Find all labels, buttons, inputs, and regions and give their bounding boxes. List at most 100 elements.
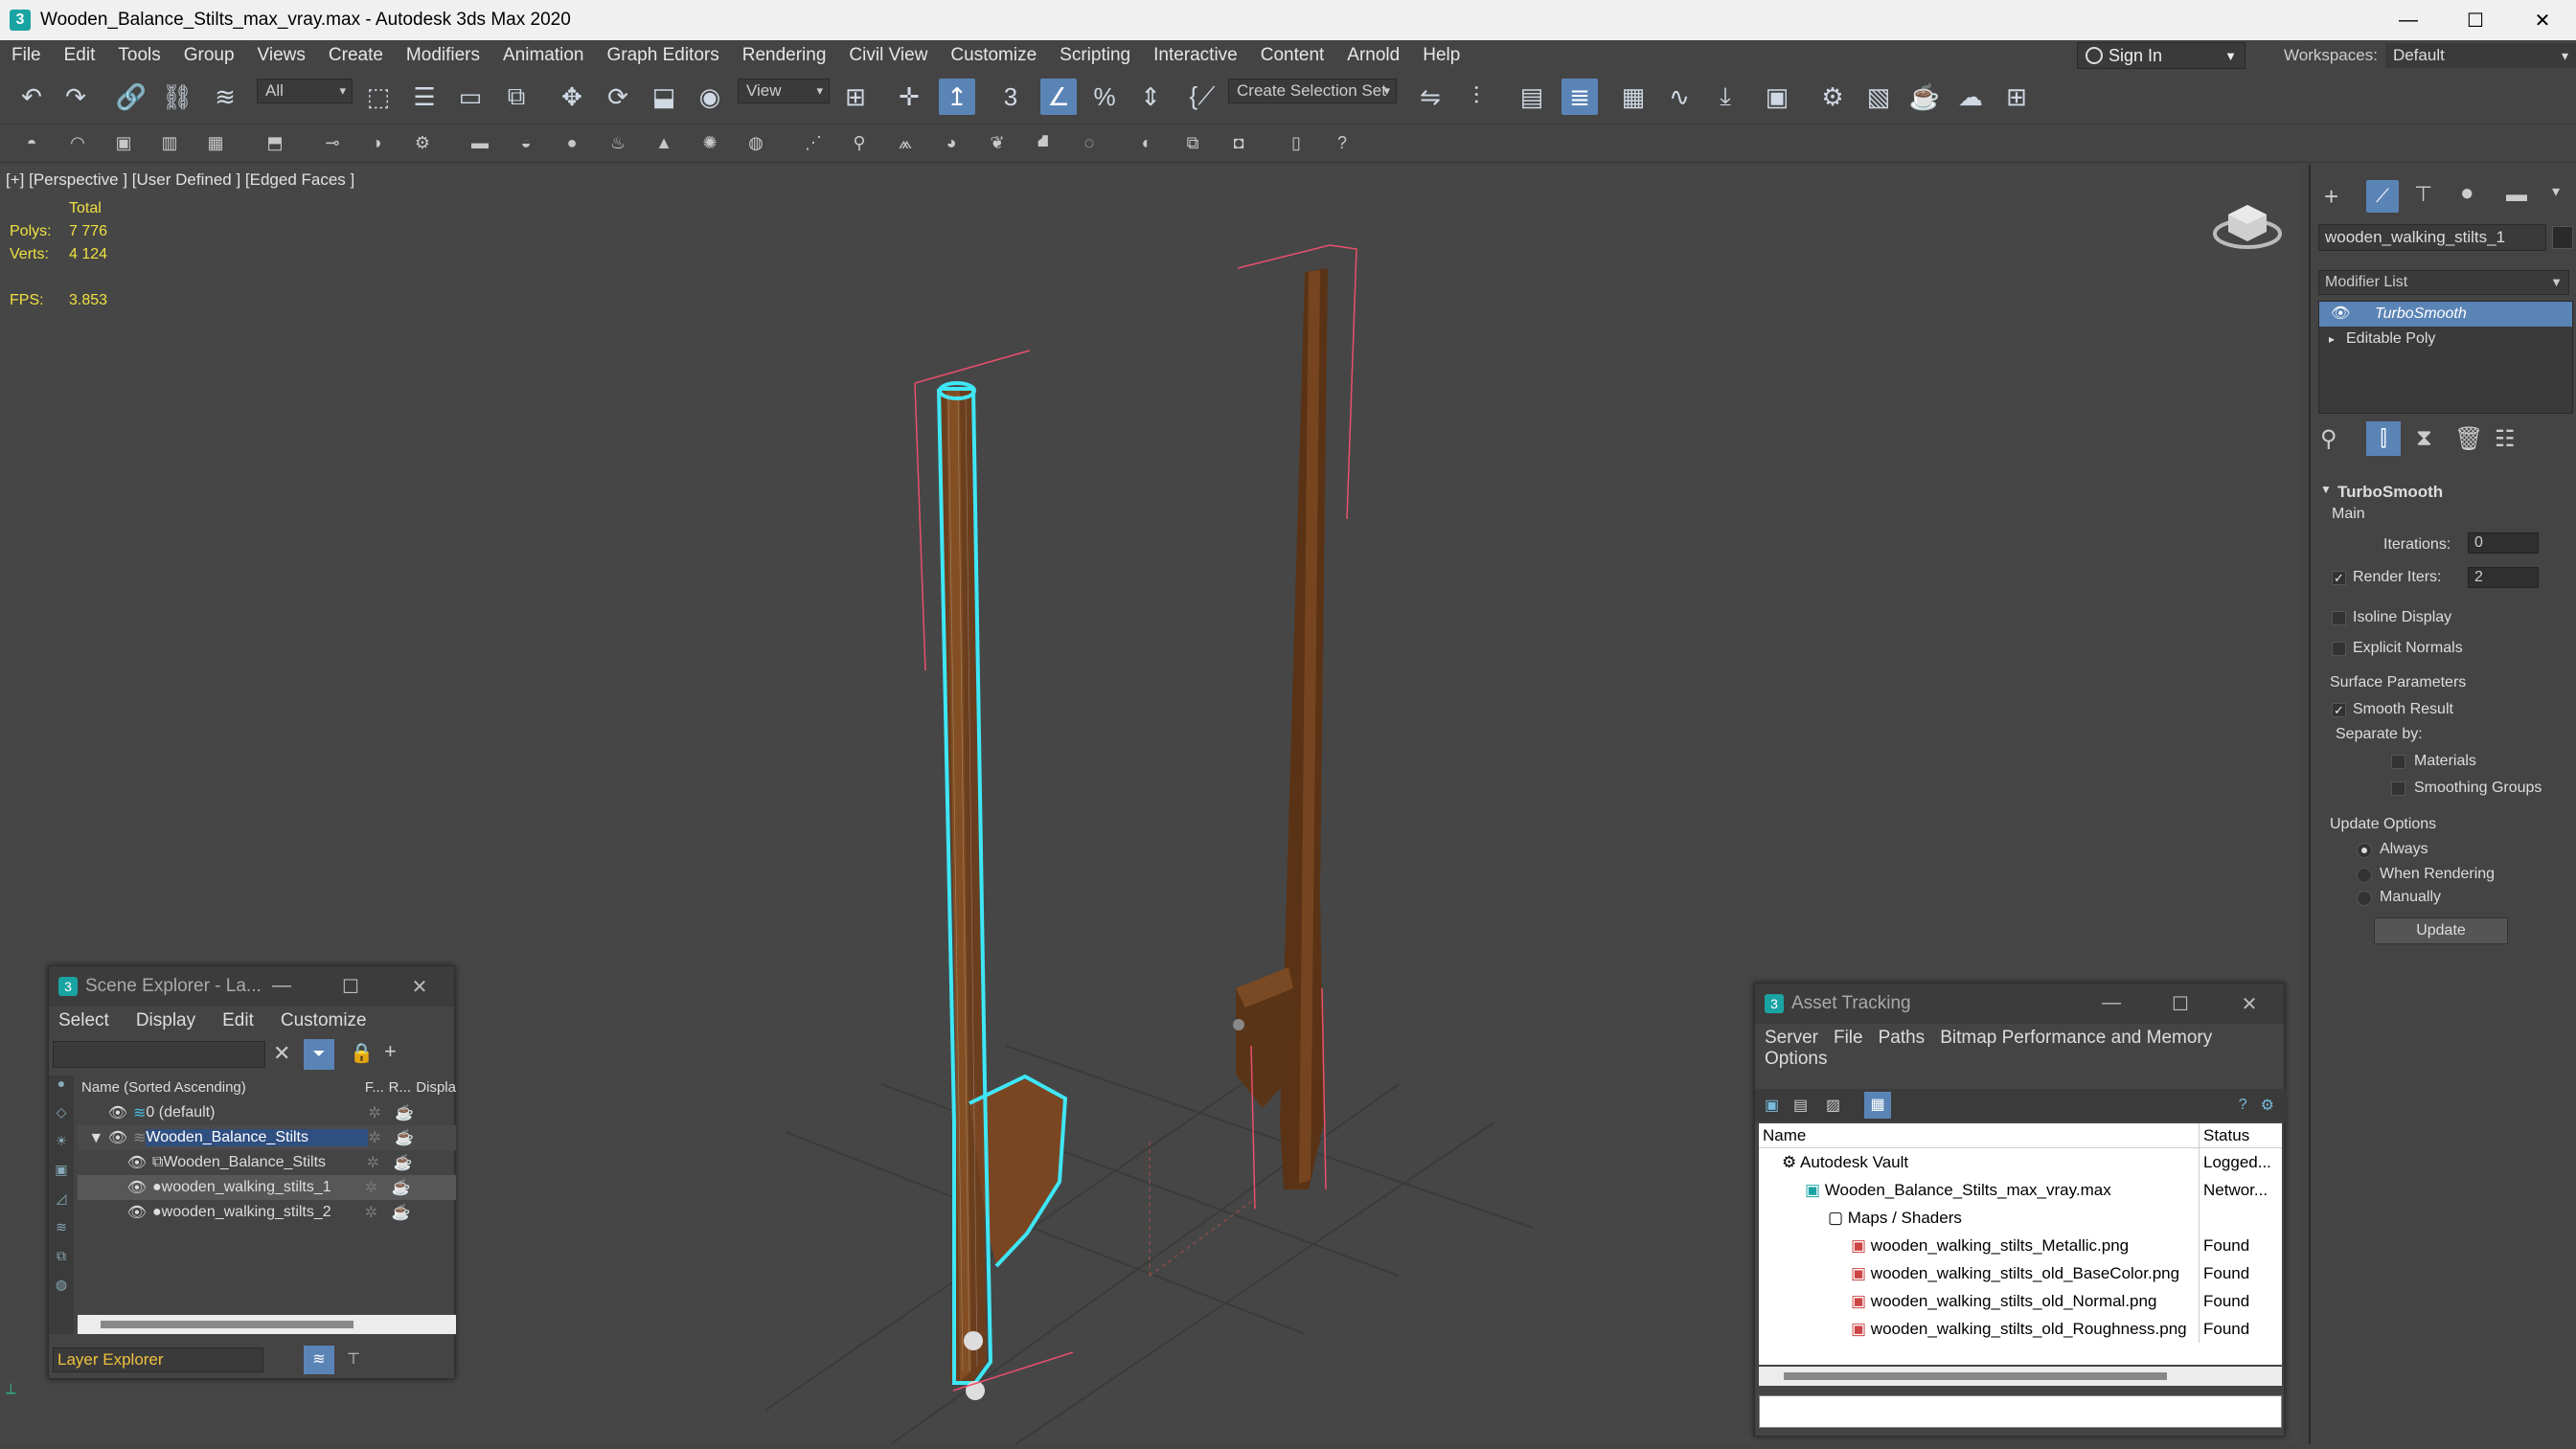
hierarchy-tab-icon[interactable]: ⊤ bbox=[2414, 182, 2432, 207]
freeze-icon[interactable]: ✲ bbox=[368, 1103, 395, 1122]
viewcube-icon[interactable] bbox=[2213, 193, 2282, 251]
window-crossing-icon[interactable]: ⧉ bbox=[498, 79, 535, 115]
select-by-name-icon[interactable]: ☰ bbox=[406, 79, 443, 115]
eye-icon[interactable]: 👁 bbox=[78, 1103, 133, 1122]
light-filter-icon[interactable]: ☀ bbox=[49, 1133, 74, 1162]
menu-group[interactable]: Group bbox=[172, 45, 246, 66]
manually-radio[interactable] bbox=[2357, 891, 2372, 906]
align-icon[interactable]: ⫶ bbox=[1458, 79, 1494, 115]
eye-icon[interactable]: 👁 bbox=[78, 1178, 152, 1197]
fur-ball-icon[interactable]: ◌ bbox=[1077, 130, 1102, 155]
eye-icon[interactable]: 👁 bbox=[2331, 302, 2350, 327]
list-icon[interactable]: ▤ bbox=[1793, 1096, 1826, 1115]
snaps-toggle-icon[interactable]: 3 bbox=[992, 79, 1029, 115]
display-tab-icon[interactable]: ▬ bbox=[2506, 182, 2527, 207]
toggle-ribbon-icon[interactable]: ▦ bbox=[1615, 79, 1652, 115]
geometry-filter-icon[interactable]: ● bbox=[49, 1075, 74, 1104]
menu-customize[interactable]: Customize bbox=[281, 1010, 367, 1031]
utilities-tab-icon[interactable]: ▾ bbox=[2552, 182, 2560, 201]
rectangular-selection-icon[interactable]: ▭ bbox=[452, 79, 489, 115]
create-tab-icon[interactable]: + bbox=[2324, 182, 2338, 212]
scrollbar-thumb[interactable] bbox=[1784, 1372, 2167, 1380]
reference-coordinate-dropdown[interactable]: View bbox=[738, 79, 830, 103]
menu-rendering[interactable]: Rendering bbox=[731, 45, 838, 66]
col-freeze-header[interactable]: F... bbox=[365, 1079, 389, 1096]
freeze-icon[interactable]: ✲ bbox=[365, 1178, 392, 1197]
menu-create[interactable]: Create bbox=[317, 45, 395, 66]
maximize-button[interactable]: ☐ bbox=[2146, 992, 2215, 1016]
menu-paths[interactable]: Paths bbox=[1879, 1028, 1926, 1049]
maximize-button[interactable]: ☐ bbox=[316, 975, 385, 999]
object-color-swatch[interactable] bbox=[2552, 226, 2573, 249]
percent-snap-icon[interactable]: % bbox=[1086, 79, 1123, 115]
menu-views[interactable]: Views bbox=[246, 45, 317, 66]
menu-select[interactable]: Select bbox=[58, 1010, 109, 1031]
eye-icon[interactable]: 👁 bbox=[78, 1153, 152, 1172]
select-object-icon[interactable]: ⬚ bbox=[360, 79, 397, 115]
pivot-center-icon[interactable]: ⊞ bbox=[837, 79, 874, 115]
a360-gallery-icon[interactable]: ⊞ bbox=[1998, 79, 2035, 115]
smoothing-groups-checkbox[interactable] bbox=[2391, 781, 2405, 796]
tree-row[interactable]: 👁 ≋ 0 (default) ✲ ☕ bbox=[78, 1100, 456, 1125]
render-icon[interactable]: ☕ bbox=[395, 1128, 414, 1147]
render-production-icon[interactable]: ☕ bbox=[1906, 79, 1943, 115]
ik-icon[interactable]: ⚙ bbox=[410, 130, 435, 155]
menu-display[interactable]: Display bbox=[136, 1010, 195, 1031]
motion-tab-icon[interactable]: ● bbox=[2460, 180, 2474, 207]
show-end-result-icon[interactable]: ⫿ bbox=[2366, 421, 2401, 456]
box-icon[interactable]: ▣ bbox=[111, 130, 136, 155]
tree-row[interactable]: 👁 ● wooden_walking_stilts_2 ✲ ☕ bbox=[78, 1200, 456, 1225]
render-icon[interactable]: ☕ bbox=[392, 1178, 411, 1197]
clear-search-icon[interactable]: ✕ bbox=[273, 1041, 290, 1066]
fur-icon[interactable]: ⋰ bbox=[801, 130, 826, 155]
asset-tracking-titlebar[interactable]: 3 Asset Tracking — ☐ ✕ bbox=[1755, 984, 2284, 1024]
minimize-button[interactable]: — bbox=[247, 975, 316, 999]
freeze-icon[interactable]: ✲ bbox=[366, 1153, 393, 1172]
stack-item-editable-poly[interactable]: ▸ Editable Poly bbox=[2319, 327, 2572, 351]
frame-buffer-icon[interactable]: ⧉ bbox=[1180, 130, 1205, 155]
placement-icon[interactable]: ◉ bbox=[692, 79, 728, 115]
minimize-button[interactable]: — bbox=[2375, 0, 2442, 40]
hierarchy-sort-icon[interactable]: ⊤ bbox=[338, 1346, 369, 1374]
scene-explorer-titlebar[interactable]: 3 Scene Explorer - La... — ☐ ✕ bbox=[49, 966, 454, 1007]
menu-civil-view[interactable]: Civil View bbox=[837, 45, 939, 66]
menu-help[interactable]: Help bbox=[1411, 45, 1471, 66]
asset-row[interactable]: ▣ Wooden_Balance_Stilts_max_vray.max Net… bbox=[1759, 1176, 2282, 1204]
angle-snap-icon[interactable]: ∠ bbox=[1040, 79, 1077, 115]
settings-icon[interactable]: ⚙ bbox=[2261, 1096, 2274, 1115]
always-radio[interactable] bbox=[2357, 843, 2372, 858]
render-setup-icon[interactable]: ⚙ bbox=[1814, 79, 1851, 115]
freeze-icon[interactable]: ✲ bbox=[365, 1203, 392, 1222]
clipper-icon[interactable]: ⩕ bbox=[893, 130, 918, 155]
mirror-icon[interactable]: ⇋ bbox=[1412, 79, 1448, 115]
explicit-normals-checkbox[interactable] bbox=[2332, 642, 2346, 656]
col-render-header[interactable]: R... bbox=[389, 1079, 417, 1096]
col-name-header[interactable]: Name (Sorted Ascending) bbox=[78, 1079, 365, 1096]
asset-row[interactable]: ▣ wooden_walking_stilts_old_Normal.png F… bbox=[1759, 1287, 2282, 1315]
modifier-list-dropdown[interactable]: Modifier List ▼ bbox=[2318, 270, 2569, 295]
viewport-label[interactable]: [+] [Perspective ] [User Defined ] [Edge… bbox=[6, 170, 354, 190]
asset-row[interactable]: ▣ wooden_walking_stilts_Metallic.png Fou… bbox=[1759, 1232, 2282, 1259]
menu-file[interactable]: File bbox=[1834, 1028, 1863, 1049]
layers-icon[interactable]: ▥ bbox=[157, 130, 182, 155]
menu-file[interactable]: File bbox=[0, 45, 53, 66]
infinite-plane-icon[interactable]: ◕ bbox=[939, 130, 964, 155]
material-editor-icon[interactable]: ▣ bbox=[1759, 79, 1795, 115]
table-view-icon[interactable]: ▦ bbox=[1864, 1092, 1891, 1119]
horizontal-scrollbar[interactable] bbox=[78, 1315, 456, 1334]
menu-customize[interactable]: Customize bbox=[939, 45, 1048, 66]
workspaces-select[interactable]: Default bbox=[2384, 43, 2576, 68]
help-icon[interactable]: ? bbox=[1330, 130, 1355, 155]
pin-stack-icon[interactable]: ⚲ bbox=[2320, 425, 2337, 453]
move-icon[interactable]: ✥ bbox=[554, 79, 590, 115]
bend-icon[interactable]: ◑ bbox=[364, 130, 389, 155]
menu-arnold[interactable]: Arnold bbox=[1335, 45, 1411, 66]
lock-icon[interactable]: 🔒 bbox=[350, 1041, 374, 1065]
material-ball-icon[interactable]: ◐ bbox=[1134, 130, 1159, 155]
menu-content[interactable]: Content bbox=[1249, 45, 1336, 66]
unlink-icon[interactable]: ⛓ bbox=[159, 79, 195, 115]
menu-tools[interactable]: Tools bbox=[106, 45, 171, 66]
eye-icon[interactable]: ▼ 👁 bbox=[78, 1128, 133, 1147]
add-layer-icon[interactable]: + bbox=[384, 1039, 397, 1064]
when-rendering-radio[interactable] bbox=[2357, 868, 2372, 883]
